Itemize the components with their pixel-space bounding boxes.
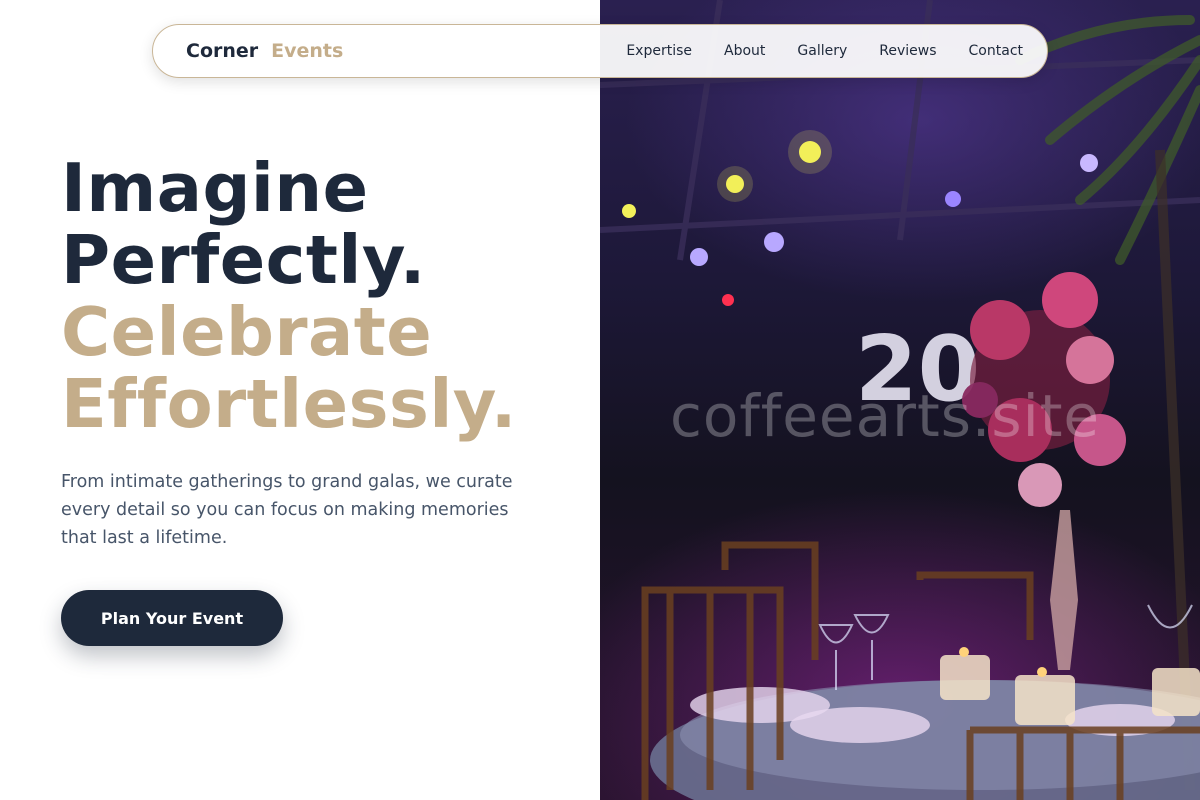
nav-link-expertise[interactable]: Expertise <box>626 43 692 59</box>
nav-link-gallery[interactable]: Gallery <box>797 43 847 59</box>
nav-link-about[interactable]: About <box>724 43 765 59</box>
brand-logo[interactable]: Corner Events <box>186 40 343 62</box>
headline-line-2: Perfectly. <box>61 221 426 299</box>
plan-event-button[interactable]: Plan Your Event <box>61 590 283 646</box>
nav-link-reviews[interactable]: Reviews <box>879 43 936 59</box>
hero-event-photo: 20 coffeearts.site <box>600 0 1200 800</box>
top-navigation: Corner Events Expertise About Gallery Re… <box>152 24 1048 78</box>
nav-link-contact[interactable]: Contact <box>969 43 1023 59</box>
hero-section: Imagine Perfectly. Celebrate Effortlessl… <box>61 152 581 552</box>
brand-name-accent: Events <box>271 40 344 62</box>
brand-name-primary: Corner <box>186 40 259 62</box>
watermark-text: coffeearts.site <box>670 382 1101 450</box>
headline-line-1: Imagine <box>61 149 369 227</box>
headline-line-4: Effortlessly. <box>61 365 517 443</box>
hero-headline: Imagine Perfectly. Celebrate Effortlessl… <box>61 152 581 440</box>
headline-line-3: Celebrate <box>61 293 433 371</box>
hero-subtext: From intimate gatherings to grand galas,… <box>61 472 513 548</box>
nav-links: Expertise About Gallery Reviews Contact <box>626 43 1023 59</box>
